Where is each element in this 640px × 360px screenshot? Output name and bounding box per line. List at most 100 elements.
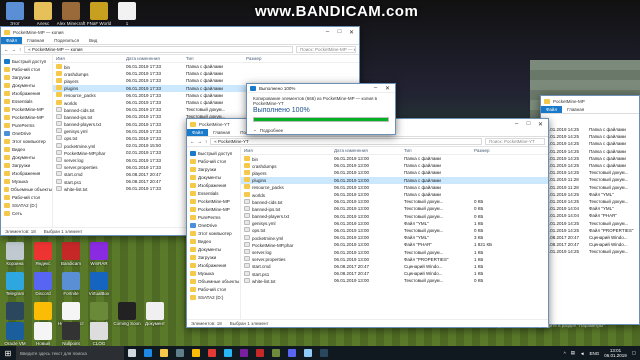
forward-arrow-icon[interactable]: → (12, 47, 17, 52)
nav-item[interactable]: Музыка (1, 177, 52, 185)
tab-file[interactable]: Файл (187, 129, 209, 136)
nav-item[interactable]: PocketMine-MP (1, 105, 52, 113)
chevron-up-icon[interactable]: ^ (564, 351, 566, 356)
table-row[interactable]: 06.01.2019 14:25 Текстовый докум... (541, 169, 639, 176)
desktop-icon-18[interactable]: Coming Soon (112, 302, 142, 326)
table-row[interactable]: crashdumps 06.01.2019 17:33 Папка с файлам… (53, 70, 359, 77)
nav-item[interactable]: Видео (1, 145, 52, 153)
taskbar-task-view[interactable] (124, 346, 140, 360)
desktop-icon-23[interactable]: CLOG (84, 322, 114, 346)
nav-item[interactable]: Рабочий стол (1, 193, 52, 201)
table-row[interactable]: start.cmd 06.08.2017 20:47 Сценарий Windo.… (241, 263, 548, 270)
taskbar-store[interactable] (172, 346, 188, 360)
desktop-icon-11[interactable]: Discord (28, 272, 58, 296)
desktop-icon-3[interactable]: Alex Minecraft (56, 2, 86, 26)
address-path[interactable]: « PocketMine-MP — копия (24, 46, 293, 53)
table-row[interactable]: plugins 06.01.2019 13:00 Папка с файлами (241, 176, 548, 184)
nav-item[interactable]: PocketMine-MP (187, 205, 240, 213)
nav-item[interactable]: Загрузки (187, 253, 240, 261)
table-row[interactable]: 06.01.2019 14:25 Папка с файлами (541, 133, 639, 140)
desktop-icon-10[interactable]: Telegram (0, 272, 30, 296)
nav-item[interactable]: PurePerms (1, 121, 52, 129)
desktop-icon-6[interactable]: Корзина (0, 242, 30, 266)
search-input[interactable]: Поиск: PocketMine-YT (485, 138, 545, 145)
column-header[interactable]: Дата изменения (123, 56, 183, 61)
table-row[interactable]: 06.01.2019 14:25 Папка с файлами (541, 148, 639, 155)
nav-item[interactable]: Документы (187, 245, 240, 253)
tab-file[interactable]: Файл (1, 37, 23, 44)
column-header[interactable]: Дата изменения (331, 148, 401, 153)
table-row[interactable]: banned-cids.txt 06.01.2019 13:00 Текстовый… (241, 198, 548, 205)
dialog-titlebar[interactable]: Выполнено 100% – ✕ (247, 84, 395, 93)
desktop-icon-4[interactable]: FNaF World (84, 2, 114, 26)
table-row[interactable]: worlds 06.01.2019 13:00 Папка с файлами (241, 191, 548, 198)
nav-item[interactable]: Быстрый доступ (187, 149, 240, 157)
minimize-icon[interactable]: – (371, 85, 380, 91)
nav-item[interactable]: Загрузки (187, 165, 240, 173)
table-row[interactable]: banned-ips.txt 06.01.2019 13:00 Текстовый … (241, 205, 548, 212)
desktop-icon-12[interactable]: Fortnite (56, 272, 86, 296)
back-arrow-icon[interactable]: ← (190, 139, 195, 144)
close-icon[interactable]: ✕ (347, 29, 356, 36)
table-row[interactable]: 06.01.2019 14:25 Папка с файлами (541, 155, 639, 162)
table-row[interactable]: crashdumps 06.01.2019 13:00 Папка с файлам… (241, 162, 548, 169)
explorer-window-pocketmine-yt[interactable]: PocketMine-YT – □ ✕ Файл Главная Поделит… (186, 118, 549, 328)
language-indicator[interactable]: ENG (589, 351, 599, 356)
nav-item[interactable]: Изображения (1, 89, 52, 97)
taskbar-chrome[interactable] (188, 346, 204, 360)
table-row[interactable]: 06.01.2019 14:04 Файл "PHAR" (541, 212, 639, 219)
nav-item[interactable]: PocketMine-MP (187, 197, 240, 205)
nav-item[interactable]: Essentials (1, 97, 52, 105)
table-row[interactable]: 06.01.2019 14:25 Текстовый докум... (541, 198, 639, 205)
table-row[interactable]: 06.01.2019 14:25 Папка с файлами (541, 162, 639, 169)
table-row[interactable]: 06.01.2019 14:25 Файл "YML" (541, 191, 639, 198)
table-row[interactable]: 06.01.2019 14:25 Папка с файлами (541, 140, 639, 147)
nav-item[interactable]: Загрузки (1, 73, 52, 81)
table-row[interactable]: server.log 06.01.2019 13:00 Текстовый доку… (241, 248, 548, 255)
table-row[interactable]: 06.08.2017 20:47 Сценарий Windo... (541, 234, 639, 241)
desktop-icon-19[interactable]: Документ (140, 302, 170, 326)
desktop-icon-2[interactable]: Алекс (28, 2, 58, 26)
table-row[interactable]: pocketmine.yml 06.01.2019 13:00 Файл "YML"… (241, 234, 548, 241)
desktop-icon-8[interactable]: Bandicam (56, 242, 86, 266)
table-row[interactable]: 06.01.2019 14:25 Папка с файлами (541, 126, 639, 133)
nav-item[interactable]: Изображения (187, 261, 240, 269)
nav-item[interactable]: Рабочий стол (1, 65, 52, 73)
table-row[interactable]: PocketMine-MP.phar 06.01.2019 13:00 Файл "… (241, 241, 548, 248)
nav-item[interactable]: Этот компьютер (187, 229, 240, 237)
nav-item[interactable]: Изображения (187, 181, 240, 189)
nav-item[interactable]: SSATA2 (D:) (1, 201, 52, 209)
nav-item[interactable]: Быстрый доступ (1, 57, 52, 65)
notifications-icon[interactable]: ▢ (632, 350, 636, 356)
nav-item[interactable]: Рабочий стол (187, 285, 240, 293)
taskbar-yandex[interactable] (204, 346, 220, 360)
nav-item[interactable]: Essentials (187, 189, 240, 197)
details-toggle[interactable]: ⌄ Подробнее (247, 124, 395, 136)
tab-home[interactable]: Главная (22, 37, 49, 44)
minimize-icon[interactable]: – (323, 29, 332, 35)
close-icon[interactable]: ✕ (536, 121, 545, 128)
table-row[interactable]: 06.01.2019 14:25 Текстовый докум... (541, 248, 639, 255)
titlebar[interactable]: PocketMine-MP — копия – □ ✕ (1, 27, 359, 37)
table-row[interactable]: white-list.txt 06.01.2019 13:00 Текстовый … (241, 277, 548, 284)
table-row[interactable]: 06.01.2019 14:25 Файл "PROPERTIES" (541, 227, 639, 234)
column-header[interactable]: Размер (471, 148, 521, 153)
table-row[interactable]: 06.08.2017 20:47 Сценарий Windo... (541, 241, 639, 248)
table-row[interactable]: resource_packs 06.01.2019 13:00 Папка с фа… (241, 184, 548, 191)
nav-item[interactable]: Сеть (1, 209, 52, 217)
nav-item[interactable]: Музыка (187, 269, 240, 277)
taskbar-bandicam[interactable] (252, 346, 268, 360)
table-row[interactable]: 06.01.2019 14:25 Текстовый докум... (541, 219, 639, 226)
forward-arrow-icon[interactable]: → (198, 139, 203, 144)
column-header[interactable]: Тип (401, 148, 471, 153)
address-path[interactable]: « PocketMine-YT (210, 138, 482, 145)
table-row[interactable]: ops.txt 06.01.2019 13:00 Текстовый докум..… (241, 227, 548, 234)
desktop-icon-9[interactable]: WinRAR (84, 242, 114, 266)
maximize-icon[interactable]: □ (524, 121, 533, 127)
search-input[interactable]: Поиск: PocketMine-MP — копия (296, 46, 356, 53)
back-arrow-icon[interactable]: ← (4, 47, 9, 52)
nav-item[interactable]: Объемные объекты (187, 277, 240, 285)
taskbar-telegram[interactable] (220, 346, 236, 360)
desktop-icon-22[interactable]: Nullpoint (56, 322, 86, 346)
volume-icon[interactable]: ◄ (580, 351, 584, 356)
